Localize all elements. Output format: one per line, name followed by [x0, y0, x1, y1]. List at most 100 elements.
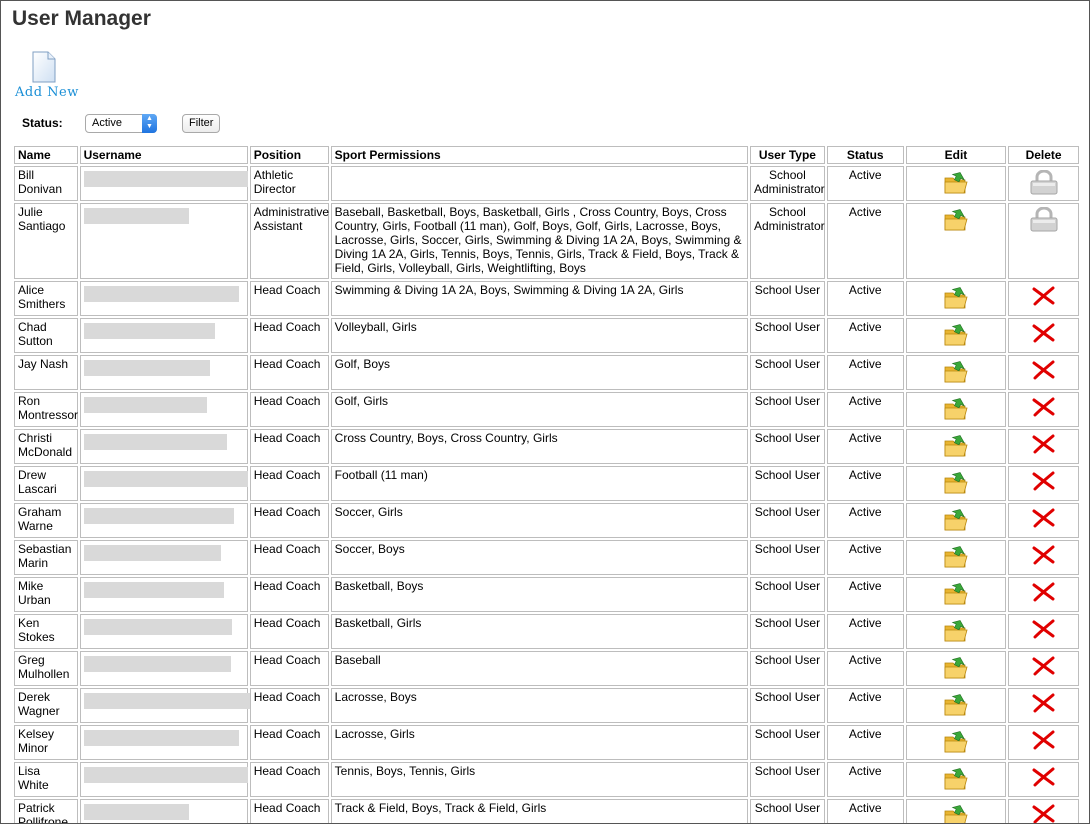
cell-edit: [905, 281, 1007, 316]
status-select[interactable]: Active ▲ ▼: [85, 113, 157, 133]
status-label: Status:: [22, 116, 63, 130]
table-row: Derek Wagner Head Coach Lacrosse, Boys Scho…: [14, 688, 1079, 723]
cell-delete: [1008, 466, 1079, 501]
delete-x-icon[interactable]: [1031, 693, 1057, 717]
cell-edit: [905, 799, 1007, 823]
cell-status: Active: [826, 429, 904, 464]
cell-edit: [905, 355, 1007, 390]
delete-x-icon[interactable]: [1031, 619, 1057, 643]
delete-x-icon[interactable]: [1031, 804, 1057, 823]
cell-sport-permissions: Golf, Girls: [330, 392, 748, 427]
table-row: Kelsey Minor Head Coach Lacrosse, Girls Sch…: [14, 725, 1079, 760]
delete-x-icon[interactable]: [1031, 545, 1057, 569]
add-new-button[interactable]: Add New: [15, 51, 81, 100]
redacted-username: [83, 619, 232, 635]
delete-x-icon[interactable]: [1031, 471, 1057, 495]
cell-sport-permissions: Tennis, Boys, Tennis, Girls: [330, 762, 748, 797]
delete-x-icon[interactable]: [1031, 730, 1057, 754]
edit-folder-icon[interactable]: [943, 768, 969, 795]
cell-username: [79, 318, 248, 353]
delete-x-icon[interactable]: [1031, 582, 1057, 606]
cell-delete: [1008, 614, 1079, 649]
cell-user-type: School Administrator: [749, 203, 825, 279]
cell-position: Head Coach: [249, 503, 329, 538]
edit-folder-icon[interactable]: [943, 209, 969, 236]
cell-username: [79, 651, 248, 686]
cell-edit: [905, 540, 1007, 575]
cell-position: Head Coach: [249, 577, 329, 612]
cell-status: Active: [826, 203, 904, 279]
edit-folder-icon[interactable]: [943, 731, 969, 758]
lock-icon: [1029, 170, 1059, 199]
edit-folder-icon[interactable]: [943, 398, 969, 425]
edit-folder-icon[interactable]: [943, 694, 969, 721]
delete-x-icon[interactable]: [1031, 286, 1057, 310]
cell-sport-permissions: Cross Country, Boys, Cross Country, Girl…: [330, 429, 748, 464]
cell-name: Jay Nash: [14, 355, 78, 390]
select-arrows-icon: ▲ ▼: [142, 113, 157, 133]
page-title: User Manager: [12, 7, 151, 30]
cell-status: Active: [826, 166, 904, 201]
edit-folder-icon[interactable]: [943, 287, 969, 314]
redacted-username: [83, 171, 248, 187]
cell-username: [79, 540, 248, 575]
header-name: Name: [14, 146, 78, 164]
cell-user-type: School User: [749, 429, 825, 464]
cell-username: [79, 466, 248, 501]
cell-name: Bill Donivan: [14, 166, 78, 201]
cell-status: Active: [826, 392, 904, 427]
filter-button[interactable]: Filter: [182, 113, 221, 133]
delete-x-icon[interactable]: [1031, 508, 1057, 532]
new-document-icon: [32, 51, 56, 83]
cell-delete: [1008, 799, 1079, 823]
cell-position: Head Coach: [249, 355, 329, 390]
cell-sport-permissions: Basketball, Girls: [330, 614, 748, 649]
cell-sport-permissions: [330, 166, 748, 201]
users-table: Name Username Position Sport Permissions…: [12, 144, 1081, 823]
cell-sport-permissions: Lacrosse, Boys: [330, 688, 748, 723]
delete-x-icon[interactable]: [1031, 360, 1057, 384]
cell-delete: [1008, 577, 1079, 612]
delete-x-icon[interactable]: [1031, 656, 1057, 680]
edit-folder-icon[interactable]: [943, 361, 969, 388]
edit-folder-icon[interactable]: [943, 620, 969, 647]
cell-username: [79, 429, 248, 464]
cell-username: [79, 166, 248, 201]
redacted-username: [83, 582, 224, 598]
cell-delete: [1008, 392, 1079, 427]
cell-name: Mike Urban: [14, 577, 78, 612]
cell-name: Ron Montressor: [14, 392, 78, 427]
cell-sport-permissions: Track & Field, Boys, Track & Field, Girl…: [330, 799, 748, 823]
edit-folder-icon[interactable]: [943, 805, 969, 823]
status-filter-bar: Status: Active ▲ ▼ Filter: [22, 113, 221, 133]
cell-name: Patrick Pollifrone: [14, 799, 78, 823]
redacted-username: [83, 434, 227, 450]
cell-sport-permissions: Baseball: [330, 651, 748, 686]
edit-folder-icon[interactable]: [943, 509, 969, 536]
header-sport-permissions: Sport Permissions: [330, 146, 748, 164]
edit-folder-icon[interactable]: [943, 172, 969, 199]
delete-x-icon[interactable]: [1031, 323, 1057, 347]
edit-folder-icon[interactable]: [943, 546, 969, 573]
edit-folder-icon[interactable]: [943, 583, 969, 610]
cell-position: Head Coach: [249, 318, 329, 353]
edit-folder-icon[interactable]: [943, 472, 969, 499]
delete-x-icon[interactable]: [1031, 767, 1057, 791]
edit-folder-icon[interactable]: [943, 657, 969, 684]
header-username: Username: [79, 146, 248, 164]
cell-delete: [1008, 540, 1079, 575]
delete-x-icon[interactable]: [1031, 434, 1057, 458]
delete-x-icon[interactable]: [1031, 397, 1057, 421]
redacted-username: [83, 397, 207, 413]
redacted-username: [83, 693, 250, 709]
lock-icon: [1029, 207, 1059, 236]
edit-folder-icon[interactable]: [943, 324, 969, 351]
cell-edit: [905, 688, 1007, 723]
table-row: Bill Donivan Athletic Director School Admi…: [14, 166, 1079, 201]
edit-folder-icon[interactable]: [943, 435, 969, 462]
redacted-username: [83, 286, 239, 302]
cell-position: Administrative Assistant: [249, 203, 329, 279]
cell-username: [79, 614, 248, 649]
header-status: Status: [826, 146, 904, 164]
cell-user-type: School Administrator: [749, 166, 825, 201]
